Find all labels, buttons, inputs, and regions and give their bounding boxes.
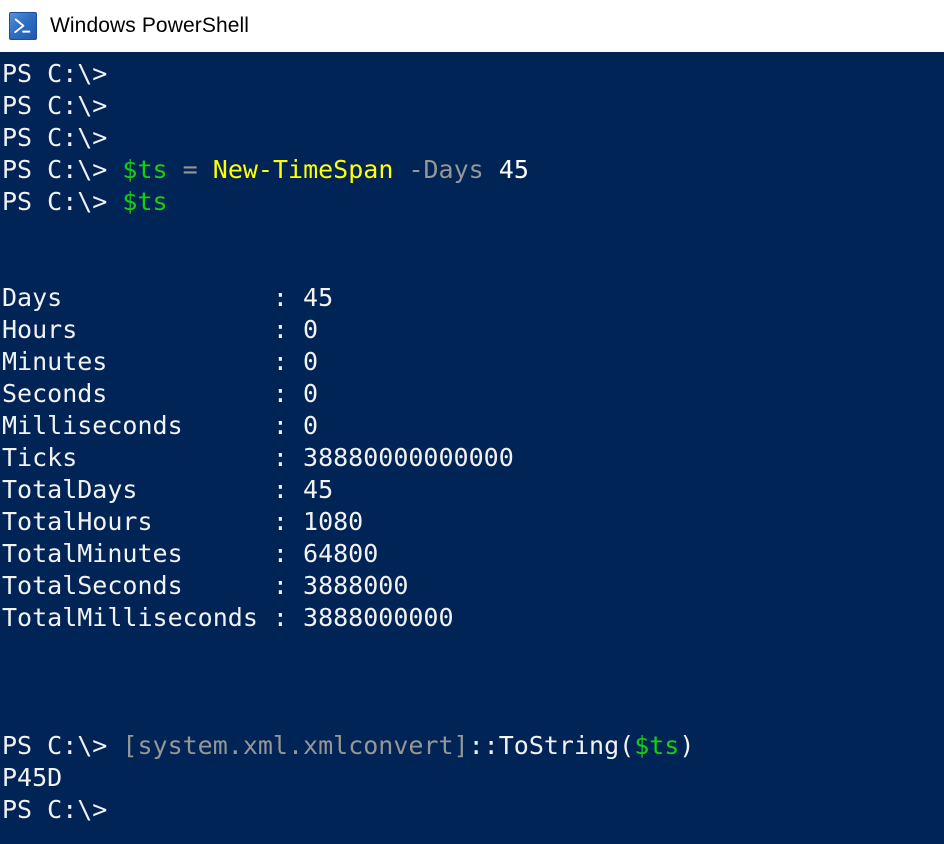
console-text-segment: Milliseconds : 0: [2, 411, 319, 440]
console-text-segment: Ticks : 38880000000000: [2, 443, 514, 472]
console-text-segment: [168, 155, 183, 184]
console-text-segment: 45: [498, 155, 529, 184]
console-text-segment: =: [182, 155, 198, 184]
console-text-segment: Seconds : 0: [2, 379, 319, 408]
console-line: PS C:\>: [2, 794, 944, 826]
console-line: Minutes : 0: [2, 346, 944, 378]
console-line: PS C:\>: [2, 122, 944, 154]
console-line: PS C:\> [system.xml.xmlconvert]::ToStrin…: [2, 730, 944, 762]
powershell-icon: [9, 12, 37, 40]
console-text-segment: [198, 155, 213, 184]
window-titlebar[interactable]: Windows PowerShell: [0, 0, 944, 52]
console-text-segment: PS C:\>: [2, 123, 108, 152]
console-text-segment: $ts: [634, 731, 680, 760]
console-line: Milliseconds : 0: [2, 410, 944, 442]
console-text-segment: Days : 45: [2, 283, 334, 312]
console-text-segment: [system.xml.xmlconvert]: [122, 731, 469, 760]
console-line: TotalDays : 45: [2, 474, 944, 506]
console-text-segment: ): [679, 731, 695, 760]
console-text-segment: $ts: [122, 155, 168, 184]
console-line: TotalMinutes : 64800: [2, 538, 944, 570]
console-text-segment: PS C:\>: [2, 795, 108, 824]
console-text-segment: ::ToString(: [468, 731, 635, 760]
console-text-segment: TotalSeconds : 3888000: [2, 571, 409, 600]
console-line: PS C:\>: [2, 58, 944, 90]
console-text-segment: TotalMinutes : 64800: [2, 539, 379, 568]
window-title: Windows PowerShell: [50, 14, 250, 37]
console-line: TotalMilliseconds : 3888000000: [2, 602, 944, 634]
console-text-segment: New-TimeSpan: [212, 155, 394, 184]
console-text-segment: PS C:\>: [2, 731, 123, 760]
console-line: Ticks : 38880000000000: [2, 442, 944, 474]
console-text-segment: PS C:\>: [2, 155, 123, 184]
console-line: PS C:\>: [2, 90, 944, 122]
console-line: PS C:\> $ts = New-TimeSpan -Days 45: [2, 154, 944, 186]
console-line: PS C:\> $ts: [2, 186, 944, 218]
console-text-segment: -Days: [408, 155, 484, 184]
console-line: TotalHours : 1080: [2, 506, 944, 538]
console-line: Hours : 0: [2, 314, 944, 346]
console-text-segment: P45D: [2, 763, 63, 792]
console-text-segment: [484, 155, 499, 184]
console-text-segment: TotalHours : 1080: [2, 507, 364, 536]
console-line: P45D: [2, 762, 944, 794]
powershell-prompt-glyph: [14, 18, 31, 34]
console-output-area[interactable]: PS C:\> PS C:\> PS C:\> PS C:\> $ts = New-T…: [0, 52, 944, 844]
console-line-list: PS C:\> PS C:\> PS C:\> PS C:\> $ts = New-T…: [2, 58, 944, 826]
console-text-segment: TotalDays : 45: [2, 475, 334, 504]
console-line: TotalSeconds : 3888000: [2, 570, 944, 602]
console-text-segment: [393, 155, 408, 184]
console-line: Seconds : 0: [2, 378, 944, 410]
console-text-segment: $ts: [122, 187, 168, 216]
console-text-segment: TotalMilliseconds : 3888000000: [2, 603, 454, 632]
console-line: Days : 45: [2, 282, 944, 314]
console-text-segment: PS C:\>: [2, 187, 123, 216]
console-text-segment: PS C:\>: [2, 59, 108, 88]
console-text-segment: Hours : 0: [2, 315, 319, 344]
console-text-segment: Minutes : 0: [2, 347, 319, 376]
console-text-segment: PS C:\>: [2, 91, 108, 120]
